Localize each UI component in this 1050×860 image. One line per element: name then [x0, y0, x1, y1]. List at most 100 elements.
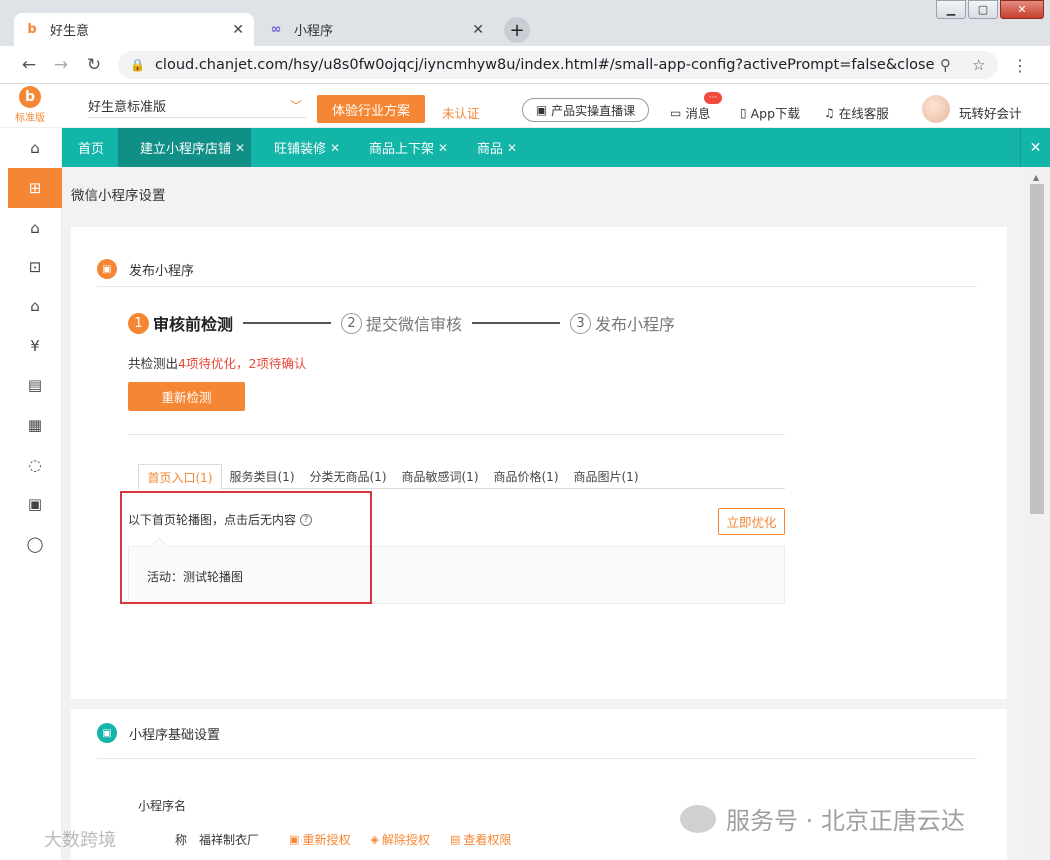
tab-label: 建立小程序店铺 [140, 142, 232, 157]
issue-tab-empty-category[interactable]: 分类无商品(1) [302, 464, 394, 489]
content-divider [128, 434, 785, 435]
try-industry-button[interactable]: 体验行业方案 [317, 95, 425, 123]
edit-icon: ▣ [289, 833, 300, 846]
unauthorize-link[interactable]: ◈ 解除授权 [370, 831, 429, 848]
tab-build-mini-store[interactable]: 建立小程序店铺 ✕ [118, 128, 251, 167]
issue-tab-images[interactable]: 商品图片(1) [566, 464, 646, 489]
headset-icon: ♫ [824, 105, 835, 120]
close-icon[interactable]: ✕ [330, 141, 340, 155]
app-download-button[interactable]: ▯ App下载 [740, 103, 800, 122]
view-permissions-link[interactable]: ▤ 查看权限 [450, 831, 511, 848]
bag-icon[interactable]: ⊡ [8, 247, 62, 287]
section-title: 发布小程序 [129, 263, 195, 279]
field-label: 称 [175, 833, 188, 847]
address-bar: ← → ↻ 🔒 cloud.chanjet.com/hsy/u8s0fw0ojq… [0, 46, 1050, 84]
browser-tab-xiaochengxu[interactable]: ∞ 小程序 ✕ [258, 13, 494, 46]
messages-label: 消息 [685, 106, 711, 121]
url-input[interactable]: 🔒 cloud.chanjet.com/hsy/u8s0fw0ojqcj/iyn… [118, 51, 998, 79]
step-number: 2 [341, 312, 363, 334]
summary-prefix: 共检测出 [128, 356, 179, 371]
corner-watermark: 大数跨境 [10, 826, 116, 852]
issue-tab-sensitive-words[interactable]: 商品敏感词(1) [394, 464, 486, 489]
logo-icon: b [19, 86, 41, 108]
publish-steps: 1 审核前检测 2 提交微信审核 3 发布小程序 [128, 311, 675, 335]
watermark-text: 大数跨境 [44, 830, 116, 851]
url-text: cloud.chanjet.com/hsy/u8s0fw0ojqcj/iyncm… [154, 57, 935, 73]
optimize-now-button[interactable]: 立即优化 [718, 508, 785, 535]
vertical-scrollbar[interactable]: ▲ [1026, 167, 1050, 860]
close-all-tabs-icon[interactable]: ✕ [1020, 128, 1050, 167]
unlink-icon: ◈ [370, 833, 379, 846]
online-service-button[interactable]: ♫ 在线客服 [824, 103, 889, 122]
issue-tab-service-category[interactable]: 服务类目(1) [222, 464, 302, 489]
issue-tab-home-entry[interactable]: 首页入口(1) [138, 464, 222, 490]
zoom-icon[interactable]: ⚲ [940, 56, 951, 74]
page-title: 微信小程序设置 [71, 188, 166, 204]
issue-tab-price[interactable]: 商品价格(1) [486, 464, 566, 489]
tab-store-decoration[interactable]: 旺铺装修 ✕ [258, 128, 354, 167]
recheck-button[interactable]: 重新检测 [128, 382, 245, 411]
brand-logo[interactable]: b 标准版 [10, 86, 50, 126]
scrollbar-thumb[interactable] [1030, 184, 1044, 514]
close-tab-icon[interactable]: ✕ [472, 22, 484, 38]
tab-products[interactable]: 商品 ✕ [461, 128, 531, 167]
avatar[interactable] [922, 95, 950, 123]
step-label: 审核前检测 [153, 315, 234, 334]
scroll-up-icon[interactable]: ▲ [1033, 173, 1039, 182]
new-icon[interactable]: ▣ [8, 484, 62, 524]
cycle-icon[interactable]: ◌ [8, 445, 62, 485]
page-tab-bar: 首页 建立小程序店铺 ✕ 旺铺装修 ✕ 商品上下架 ✕ 商品 ✕ ✕ [62, 128, 1050, 167]
close-window-icon[interactable]: ✕ [1000, 0, 1044, 19]
basic-section-header: ▣ 小程序基础设置 [97, 723, 220, 743]
link-label: 查看权限 [463, 833, 512, 847]
unverified-link[interactable]: 未认证 [442, 103, 480, 122]
money-bag-icon[interactable]: ¥ [8, 326, 62, 366]
tab-product-shelf[interactable]: 商品上下架 ✕ [353, 128, 453, 167]
live-course-button[interactable]: ▣ 产品实操直播课 [522, 98, 649, 122]
clipboard-icon[interactable]: ▤ [8, 365, 62, 405]
gift-icon[interactable]: ⊞ [8, 168, 62, 208]
tab-label: 商品上下架 [369, 142, 435, 157]
browser-tab-haoshengyi[interactable]: b 好生意 ✕ [14, 13, 254, 46]
step-label: 发布小程序 [595, 315, 676, 334]
section-title: 小程序基础设置 [129, 727, 221, 743]
new-tab-button[interactable]: + [504, 17, 530, 43]
star-icon[interactable]: ☆ [972, 56, 985, 74]
settings-icon: ▣ [97, 723, 117, 743]
mini-app-name-value: 福祥制衣厂 [199, 833, 260, 847]
forward-arrow-icon[interactable]: → [50, 54, 72, 76]
edition-select[interactable]: 好生意标准版 ﹀ [88, 94, 306, 118]
close-tab-icon[interactable]: ✕ [232, 22, 244, 38]
messages-button[interactable]: ▭ 消息 [670, 103, 710, 122]
browser-menu-icon[interactable]: ⋮ [1012, 56, 1028, 75]
reload-icon[interactable]: ↻ [83, 54, 105, 76]
live-course-label: 产品实操直播课 [551, 103, 636, 118]
step-label: 提交微信审核 [366, 315, 463, 334]
list-icon: ▤ [449, 833, 461, 846]
tab-label: 旺铺装修 [274, 142, 327, 157]
reauthorize-link[interactable]: ▣ 重新授权 [289, 831, 350, 848]
browser-tab-label: 好生意 [50, 24, 90, 39]
chat-icon[interactable]: ◯ [8, 524, 62, 564]
link-favicon-icon: ∞ [270, 22, 282, 37]
home-settings-icon[interactable]: ⌂ [8, 208, 62, 248]
back-arrow-icon[interactable]: ← [18, 54, 40, 76]
issue-tabs: 首页入口(1) 服务类目(1) 分类无商品(1) 商品敏感词(1) 商品价格(1… [138, 464, 785, 490]
publish-card: ▣ 发布小程序 1 审核前检测 2 提交微信审核 3 发布小程序 共检测出4项待… [71, 227, 1007, 699]
close-icon[interactable]: ✕ [507, 141, 517, 155]
chevron-down-icon: ﹀ [289, 99, 302, 113]
id-card-icon[interactable]: ▦ [8, 405, 62, 445]
warehouse-icon[interactable]: ⌂ [8, 286, 62, 326]
minimize-icon[interactable]: ▁ [936, 0, 966, 19]
tab-home[interactable]: 首页 [62, 128, 118, 167]
link-label: 解除授权 [381, 833, 430, 847]
close-icon[interactable]: ✕ [235, 141, 245, 155]
close-icon[interactable]: ✕ [438, 141, 448, 155]
home-icon[interactable]: ⌂ [8, 128, 62, 168]
message-badge: ··· [704, 92, 722, 104]
wechat-icon [680, 804, 716, 833]
maximize-icon[interactable]: ▢ [968, 0, 998, 19]
tab-label: 首页 [78, 142, 105, 157]
wechat-watermark: 服务号 · 北京正唐云达 [680, 801, 965, 836]
username[interactable]: 玩转好会计 [959, 103, 1022, 122]
